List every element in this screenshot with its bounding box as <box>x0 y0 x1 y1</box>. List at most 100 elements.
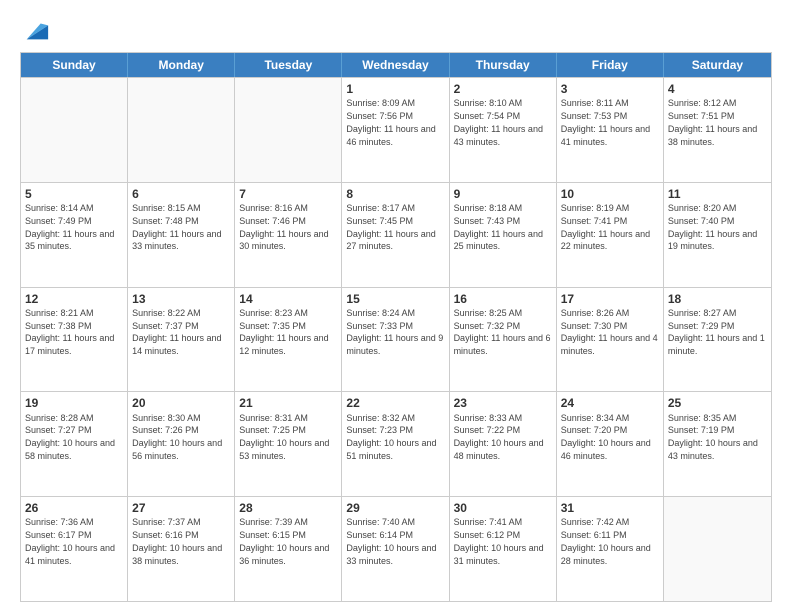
day-cell-29: 29Sunrise: 7:40 AM Sunset: 6:14 PM Dayli… <box>342 497 449 601</box>
day-info: Sunrise: 8:30 AM Sunset: 7:26 PM Dayligh… <box>132 413 222 461</box>
day-number: 16 <box>454 291 552 307</box>
day-cell-4: 4Sunrise: 8:12 AM Sunset: 7:51 PM Daylig… <box>664 78 771 182</box>
day-cell-7: 7Sunrise: 8:16 AM Sunset: 7:46 PM Daylig… <box>235 183 342 287</box>
day-cell-9: 9Sunrise: 8:18 AM Sunset: 7:43 PM Daylig… <box>450 183 557 287</box>
day-cell-8: 8Sunrise: 8:17 AM Sunset: 7:45 PM Daylig… <box>342 183 449 287</box>
day-info: Sunrise: 8:11 AM Sunset: 7:53 PM Dayligh… <box>561 98 650 146</box>
day-number: 8 <box>346 186 444 202</box>
calendar: SundayMondayTuesdayWednesdayThursdayFrid… <box>20 52 772 602</box>
day-header-thursday: Thursday <box>450 53 557 77</box>
day-info: Sunrise: 8:09 AM Sunset: 7:56 PM Dayligh… <box>346 98 435 146</box>
day-cell-11: 11Sunrise: 8:20 AM Sunset: 7:40 PM Dayli… <box>664 183 771 287</box>
day-info: Sunrise: 8:23 AM Sunset: 7:35 PM Dayligh… <box>239 308 328 356</box>
empty-cell <box>235 78 342 182</box>
logo-icon <box>22 16 50 44</box>
day-info: Sunrise: 8:17 AM Sunset: 7:45 PM Dayligh… <box>346 203 435 251</box>
day-number: 6 <box>132 186 230 202</box>
day-number: 29 <box>346 500 444 516</box>
empty-cell <box>128 78 235 182</box>
day-info: Sunrise: 7:41 AM Sunset: 6:12 PM Dayligh… <box>454 517 544 565</box>
day-number: 26 <box>25 500 123 516</box>
day-info: Sunrise: 8:20 AM Sunset: 7:40 PM Dayligh… <box>668 203 757 251</box>
day-cell-27: 27Sunrise: 7:37 AM Sunset: 6:16 PM Dayli… <box>128 497 235 601</box>
day-cell-17: 17Sunrise: 8:26 AM Sunset: 7:30 PM Dayli… <box>557 288 664 392</box>
day-info: Sunrise: 8:24 AM Sunset: 7:33 PM Dayligh… <box>346 308 443 356</box>
day-number: 22 <box>346 395 444 411</box>
day-info: Sunrise: 7:36 AM Sunset: 6:17 PM Dayligh… <box>25 517 115 565</box>
day-cell-1: 1Sunrise: 8:09 AM Sunset: 7:56 PM Daylig… <box>342 78 449 182</box>
day-info: Sunrise: 8:27 AM Sunset: 7:29 PM Dayligh… <box>668 308 765 356</box>
day-cell-22: 22 Sunrise: 8:32 AM Sunset: 7:23 PM Dayli… <box>342 392 449 496</box>
week-row-1: 5Sunrise: 8:14 AM Sunset: 7:49 PM Daylig… <box>21 182 771 287</box>
day-number: 11 <box>668 186 767 202</box>
day-number: 30 <box>454 500 552 516</box>
day-number: 24 <box>561 395 659 411</box>
day-info: Sunrise: 8:12 AM Sunset: 7:51 PM Dayligh… <box>668 98 757 146</box>
day-number: 7 <box>239 186 337 202</box>
day-info: Sunrise: 8:28 AM Sunset: 7:27 PM Dayligh… <box>25 413 115 461</box>
day-cell-26: 26Sunrise: 7:36 AM Sunset: 6:17 PM Dayli… <box>21 497 128 601</box>
day-number: 12 <box>25 291 123 307</box>
day-number: 13 <box>132 291 230 307</box>
week-row-2: 12Sunrise: 8:21 AM Sunset: 7:38 PM Dayli… <box>21 287 771 392</box>
day-cell-12: 12Sunrise: 8:21 AM Sunset: 7:38 PM Dayli… <box>21 288 128 392</box>
day-info: Sunrise: 8:35 AM Sunset: 7:19 PM Dayligh… <box>668 413 758 461</box>
week-row-3: 19 Sunrise: 8:28 AM Sunset: 7:27 PM Dayli… <box>21 391 771 496</box>
day-cell-30: 30Sunrise: 7:41 AM Sunset: 6:12 PM Dayli… <box>450 497 557 601</box>
day-info: Sunrise: 8:26 AM Sunset: 7:30 PM Dayligh… <box>561 308 658 356</box>
day-info: Sunrise: 8:10 AM Sunset: 7:54 PM Dayligh… <box>454 98 543 146</box>
day-number: 9 <box>454 186 552 202</box>
page: SundayMondayTuesdayWednesdayThursdayFrid… <box>0 0 792 612</box>
day-info: Sunrise: 8:31 AM Sunset: 7:25 PM Dayligh… <box>239 413 329 461</box>
day-info: Sunrise: 8:21 AM Sunset: 7:38 PM Dayligh… <box>25 308 114 356</box>
day-number: 17 <box>561 291 659 307</box>
day-number: 25 <box>668 395 767 411</box>
day-number: 2 <box>454 81 552 97</box>
day-info: Sunrise: 8:14 AM Sunset: 7:49 PM Dayligh… <box>25 203 114 251</box>
calendar-body: 1Sunrise: 8:09 AM Sunset: 7:56 PM Daylig… <box>21 77 771 601</box>
day-number: 20 <box>132 395 230 411</box>
day-info: Sunrise: 8:32 AM Sunset: 7:23 PM Dayligh… <box>346 413 436 461</box>
day-number: 31 <box>561 500 659 516</box>
header <box>20 16 772 44</box>
empty-cell <box>21 78 128 182</box>
day-info: Sunrise: 7:37 AM Sunset: 6:16 PM Dayligh… <box>132 517 222 565</box>
day-cell-31: 31Sunrise: 7:42 AM Sunset: 6:11 PM Dayli… <box>557 497 664 601</box>
day-cell-15: 15Sunrise: 8:24 AM Sunset: 7:33 PM Dayli… <box>342 288 449 392</box>
day-info: Sunrise: 8:34 AM Sunset: 7:20 PM Dayligh… <box>561 413 651 461</box>
calendar-header: SundayMondayTuesdayWednesdayThursdayFrid… <box>21 53 771 77</box>
day-cell-6: 6Sunrise: 8:15 AM Sunset: 7:48 PM Daylig… <box>128 183 235 287</box>
day-number: 3 <box>561 81 659 97</box>
day-info: Sunrise: 8:18 AM Sunset: 7:43 PM Dayligh… <box>454 203 543 251</box>
day-cell-16: 16Sunrise: 8:25 AM Sunset: 7:32 PM Dayli… <box>450 288 557 392</box>
week-row-4: 26Sunrise: 7:36 AM Sunset: 6:17 PM Dayli… <box>21 496 771 601</box>
day-cell-23: 23Sunrise: 8:33 AM Sunset: 7:22 PM Dayli… <box>450 392 557 496</box>
day-number: 1 <box>346 81 444 97</box>
day-cell-19: 19 Sunrise: 8:28 AM Sunset: 7:27 PM Dayli… <box>21 392 128 496</box>
day-cell-5: 5Sunrise: 8:14 AM Sunset: 7:49 PM Daylig… <box>21 183 128 287</box>
day-info: Sunrise: 8:16 AM Sunset: 7:46 PM Dayligh… <box>239 203 328 251</box>
day-cell-18: 18Sunrise: 8:27 AM Sunset: 7:29 PM Dayli… <box>664 288 771 392</box>
day-header-saturday: Saturday <box>664 53 771 77</box>
day-info: Sunrise: 8:33 AM Sunset: 7:22 PM Dayligh… <box>454 413 544 461</box>
day-cell-21: 21Sunrise: 8:31 AM Sunset: 7:25 PM Dayli… <box>235 392 342 496</box>
day-number: 28 <box>239 500 337 516</box>
day-number: 18 <box>668 291 767 307</box>
day-info: Sunrise: 8:15 AM Sunset: 7:48 PM Dayligh… <box>132 203 221 251</box>
day-header-friday: Friday <box>557 53 664 77</box>
day-number: 15 <box>346 291 444 307</box>
day-cell-24: 24 Sunrise: 8:34 AM Sunset: 7:20 PM Dayli… <box>557 392 664 496</box>
day-number: 14 <box>239 291 337 307</box>
day-info: Sunrise: 8:19 AM Sunset: 7:41 PM Dayligh… <box>561 203 650 251</box>
day-info: Sunrise: 8:25 AM Sunset: 7:32 PM Dayligh… <box>454 308 551 356</box>
day-number: 10 <box>561 186 659 202</box>
day-header-tuesday: Tuesday <box>235 53 342 77</box>
week-row-0: 1Sunrise: 8:09 AM Sunset: 7:56 PM Daylig… <box>21 77 771 182</box>
day-header-wednesday: Wednesday <box>342 53 449 77</box>
empty-cell <box>664 497 771 601</box>
day-cell-14: 14Sunrise: 8:23 AM Sunset: 7:35 PM Dayli… <box>235 288 342 392</box>
day-cell-3: 3Sunrise: 8:11 AM Sunset: 7:53 PM Daylig… <box>557 78 664 182</box>
day-number: 4 <box>668 81 767 97</box>
day-number: 19 <box>25 395 123 411</box>
day-cell-2: 2Sunrise: 8:10 AM Sunset: 7:54 PM Daylig… <box>450 78 557 182</box>
